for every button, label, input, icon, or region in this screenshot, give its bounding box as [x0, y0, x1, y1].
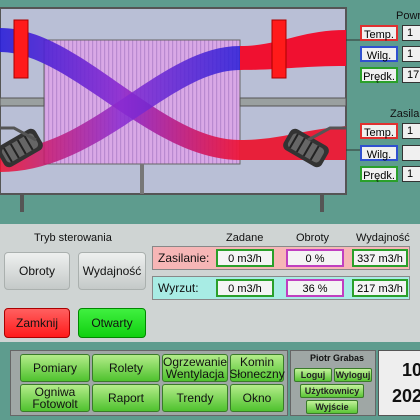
clock-time: 10 — [402, 360, 420, 380]
heat-recovery-unit-graphic — [0, 7, 360, 212]
exhaust-row-name: Wyrzut: — [158, 281, 199, 295]
nav-solar-chimney[interactable]: Komin Słoneczny — [229, 354, 285, 382]
exhaust-speed: 36 % — [286, 279, 344, 297]
nav-blinds[interactable]: Rolety — [92, 354, 160, 382]
exhaust-setpoint[interactable]: 0 m3/h — [216, 279, 274, 297]
supply-temp-label: Temp. — [360, 123, 398, 139]
supply-humidity-value — [402, 145, 420, 161]
header-output: Wydajność — [356, 232, 410, 244]
clock-year: 202 — [392, 386, 420, 406]
outdoor-title: Powr — [396, 10, 420, 22]
outdoor-temp-label: Temp. — [360, 25, 398, 41]
filter-left — [13, 19, 29, 79]
users-button[interactable]: Użytkownicy — [300, 384, 364, 398]
nav-report[interactable]: Raport — [92, 384, 160, 412]
nav-window[interactable]: Okno — [230, 384, 284, 412]
output-mode-button[interactable]: Wydajność — [78, 252, 146, 290]
login-button[interactable]: Loguj — [294, 368, 332, 382]
nav-trends[interactable]: Trendy — [162, 384, 228, 412]
header-speed: Obroty — [296, 232, 330, 244]
supply-speed: 0 % — [286, 249, 344, 267]
supply-setpoint[interactable]: 0 m3/h — [216, 249, 274, 267]
header-setpoint: Zadane — [226, 232, 264, 244]
logout-button[interactable]: Wyloguj — [334, 368, 372, 382]
nav-measurements[interactable]: Pomiary — [20, 354, 90, 382]
exhaust-output: 217 m3/h — [352, 279, 408, 297]
supply-row-name: Zasilanie: — [158, 251, 210, 265]
user-name: Piotr Grabas — [310, 353, 365, 363]
supply-output: 337 m3/h — [352, 249, 408, 267]
bottom-bar: Pomiary Rolety Ogrzewanie Wentylacja Kom… — [0, 346, 420, 420]
outdoor-humidity-value: 1 — [402, 46, 420, 62]
outdoor-temp-value: 1 — [402, 25, 420, 41]
mode-label: Tryb sterowania — [34, 232, 112, 244]
supply-humidity-label: Wilg. — [360, 145, 398, 161]
control-panel: Tryb sterowania Obroty Wydajność Zamknij… — [0, 224, 420, 342]
ventilation-diagram: Powr Temp. 1 Wilg. 1 Prędk. 17 Zasila Te… — [0, 0, 420, 222]
supply-temp-value: 1 — [402, 123, 420, 139]
supply-speed-value: 1 — [402, 166, 420, 182]
outdoor-humidity-label: Wilg. — [360, 46, 398, 62]
nav-heating-ventilation[interactable]: Ogrzewanie Wentylacja — [162, 354, 228, 382]
close-button[interactable]: Zamknij — [4, 308, 70, 338]
nav-photovoltaics[interactable]: Ogniwa Fotowolt — [20, 384, 90, 412]
open-status-button[interactable]: Otwarty — [78, 308, 146, 338]
outdoor-speed-value: 17 — [402, 67, 420, 83]
speed-mode-button[interactable]: Obroty — [4, 252, 70, 290]
supply-speed-label: Prędk. — [360, 166, 398, 182]
exit-button[interactable]: Wyjście — [306, 400, 358, 414]
supply-title: Zasila — [390, 108, 420, 120]
filter-right — [271, 19, 287, 79]
outdoor-speed-label: Prędk. — [360, 67, 398, 83]
